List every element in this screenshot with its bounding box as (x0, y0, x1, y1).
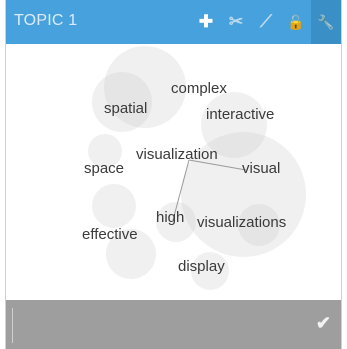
cut-button[interactable]: ✂ (221, 0, 251, 44)
link-button[interactable]: ⟋ (251, 0, 281, 44)
word-visual[interactable]: visual (242, 160, 280, 177)
scissors-icon: ✂ (228, 12, 244, 31)
add-button[interactable]: ✚ (191, 0, 221, 44)
word-visualization[interactable]: visualization (136, 146, 218, 163)
wrench-icon: 🔧 (317, 13, 335, 30)
settings-button[interactable]: 🔧 (311, 0, 341, 44)
word-spatial[interactable]: spatial (104, 100, 147, 117)
unlock-icon: 🔓 (287, 13, 305, 30)
word-cloud: complex spatial interactive space visual… (6, 44, 341, 300)
lock-button[interactable]: 🔓 (281, 0, 311, 44)
topic-panel: TOPIC 1 ✚ ✂ ⟋ 🔓 🔧 complex spatial intera… (5, 0, 342, 349)
toolbar: ✚ ✂ ⟋ 🔓 🔧 (191, 0, 341, 44)
word-effective[interactable]: effective (82, 226, 138, 243)
word-display[interactable]: display (178, 258, 225, 275)
word-high[interactable]: high (156, 209, 184, 226)
topic-title: TOPIC 1 (14, 12, 78, 29)
term-input[interactable] (12, 308, 311, 343)
add-icon: ✚ (198, 12, 214, 31)
word-complex[interactable]: complex (171, 80, 227, 97)
check-icon[interactable]: ✔ (316, 313, 331, 334)
word-space[interactable]: space (84, 160, 124, 177)
link-icon: ⟋ (260, 12, 272, 31)
word-visualizations[interactable]: visualizations (197, 214, 286, 231)
title-bar: TOPIC 1 ✚ ✂ ⟋ 🔓 🔧 (6, 0, 341, 44)
word-interactive[interactable]: interactive (206, 106, 274, 123)
footer-bar: ✔ (6, 300, 341, 349)
